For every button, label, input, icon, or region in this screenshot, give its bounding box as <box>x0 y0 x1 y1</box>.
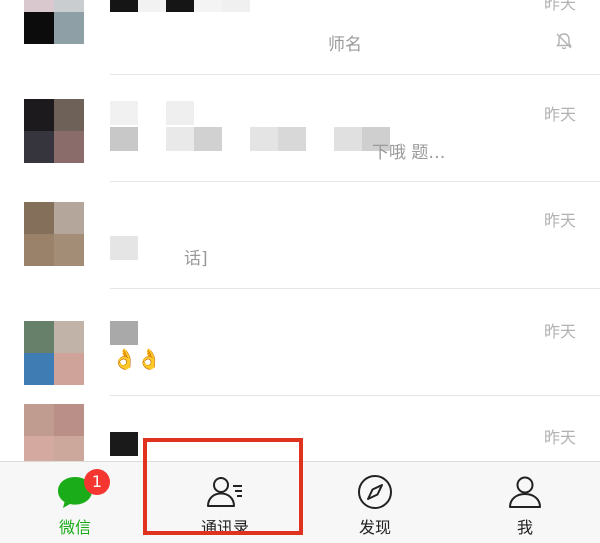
chat-time: 昨天 <box>543 0 576 13</box>
chat-row[interactable]: 昨天 师名 <box>0 0 600 75</box>
chat-row[interactable]: 下哦 题… 昨天 <box>0 75 600 182</box>
tab-chats[interactable]: 微信 1 <box>0 462 150 543</box>
tab-contacts[interactable]: 通讯录 <box>150 462 300 543</box>
avatar <box>24 202 84 266</box>
chat-time: 昨天 <box>543 105 576 124</box>
tab-me[interactable]: 我 <box>450 462 600 543</box>
tab-label: 我 <box>516 518 533 537</box>
tab-discover[interactable]: 发现 <box>300 462 450 543</box>
chat-preview: 话] <box>184 249 208 269</box>
chat-preview-emoji: 👌👌 <box>112 347 162 371</box>
chat-list[interactable]: 昨天 师名 下哦 题… 昨天 话] 昨天 👌👌 昨天 昨天 <box>0 0 600 461</box>
avatar <box>24 99 84 163</box>
chat-row[interactable]: 👌👌 昨天 <box>0 289 600 396</box>
contacts-icon <box>207 477 242 507</box>
message-preview-redacted <box>110 127 390 151</box>
contact-name-redacted <box>110 432 138 456</box>
avatar <box>24 404 84 461</box>
chat-row[interactable]: 昨天 <box>0 396 600 461</box>
chat-row[interactable]: 话] 昨天 <box>0 182 600 289</box>
unread-badge: 1 <box>84 469 110 495</box>
mute-bell-icon <box>556 33 572 50</box>
tab-label: 微信 <box>58 518 91 537</box>
chat-time: 昨天 <box>543 322 576 341</box>
avatar <box>24 321 84 385</box>
tab-label: 发现 <box>358 518 391 537</box>
person-icon <box>509 476 541 508</box>
contact-name-redacted <box>110 0 250 12</box>
chat-time: 昨天 <box>543 211 576 230</box>
contact-name-redacted <box>110 321 138 345</box>
chat-preview: 师名 <box>328 35 362 55</box>
message-preview-redacted <box>110 236 138 260</box>
avatar <box>24 0 84 44</box>
contact-name-redacted <box>110 101 194 125</box>
chat-time: 昨天 <box>543 428 576 447</box>
compass-icon <box>358 475 392 509</box>
bottom-tab-bar: 微信 1 通讯录 发现 我 <box>0 461 600 543</box>
chat-preview: 下哦 题… <box>372 143 446 163</box>
wechat-screen: 昨天 师名 下哦 题… 昨天 话] 昨天 👌👌 昨天 昨天 微信 1 通讯录 发… <box>0 0 600 543</box>
tab-label: 通讯录 <box>200 518 249 537</box>
